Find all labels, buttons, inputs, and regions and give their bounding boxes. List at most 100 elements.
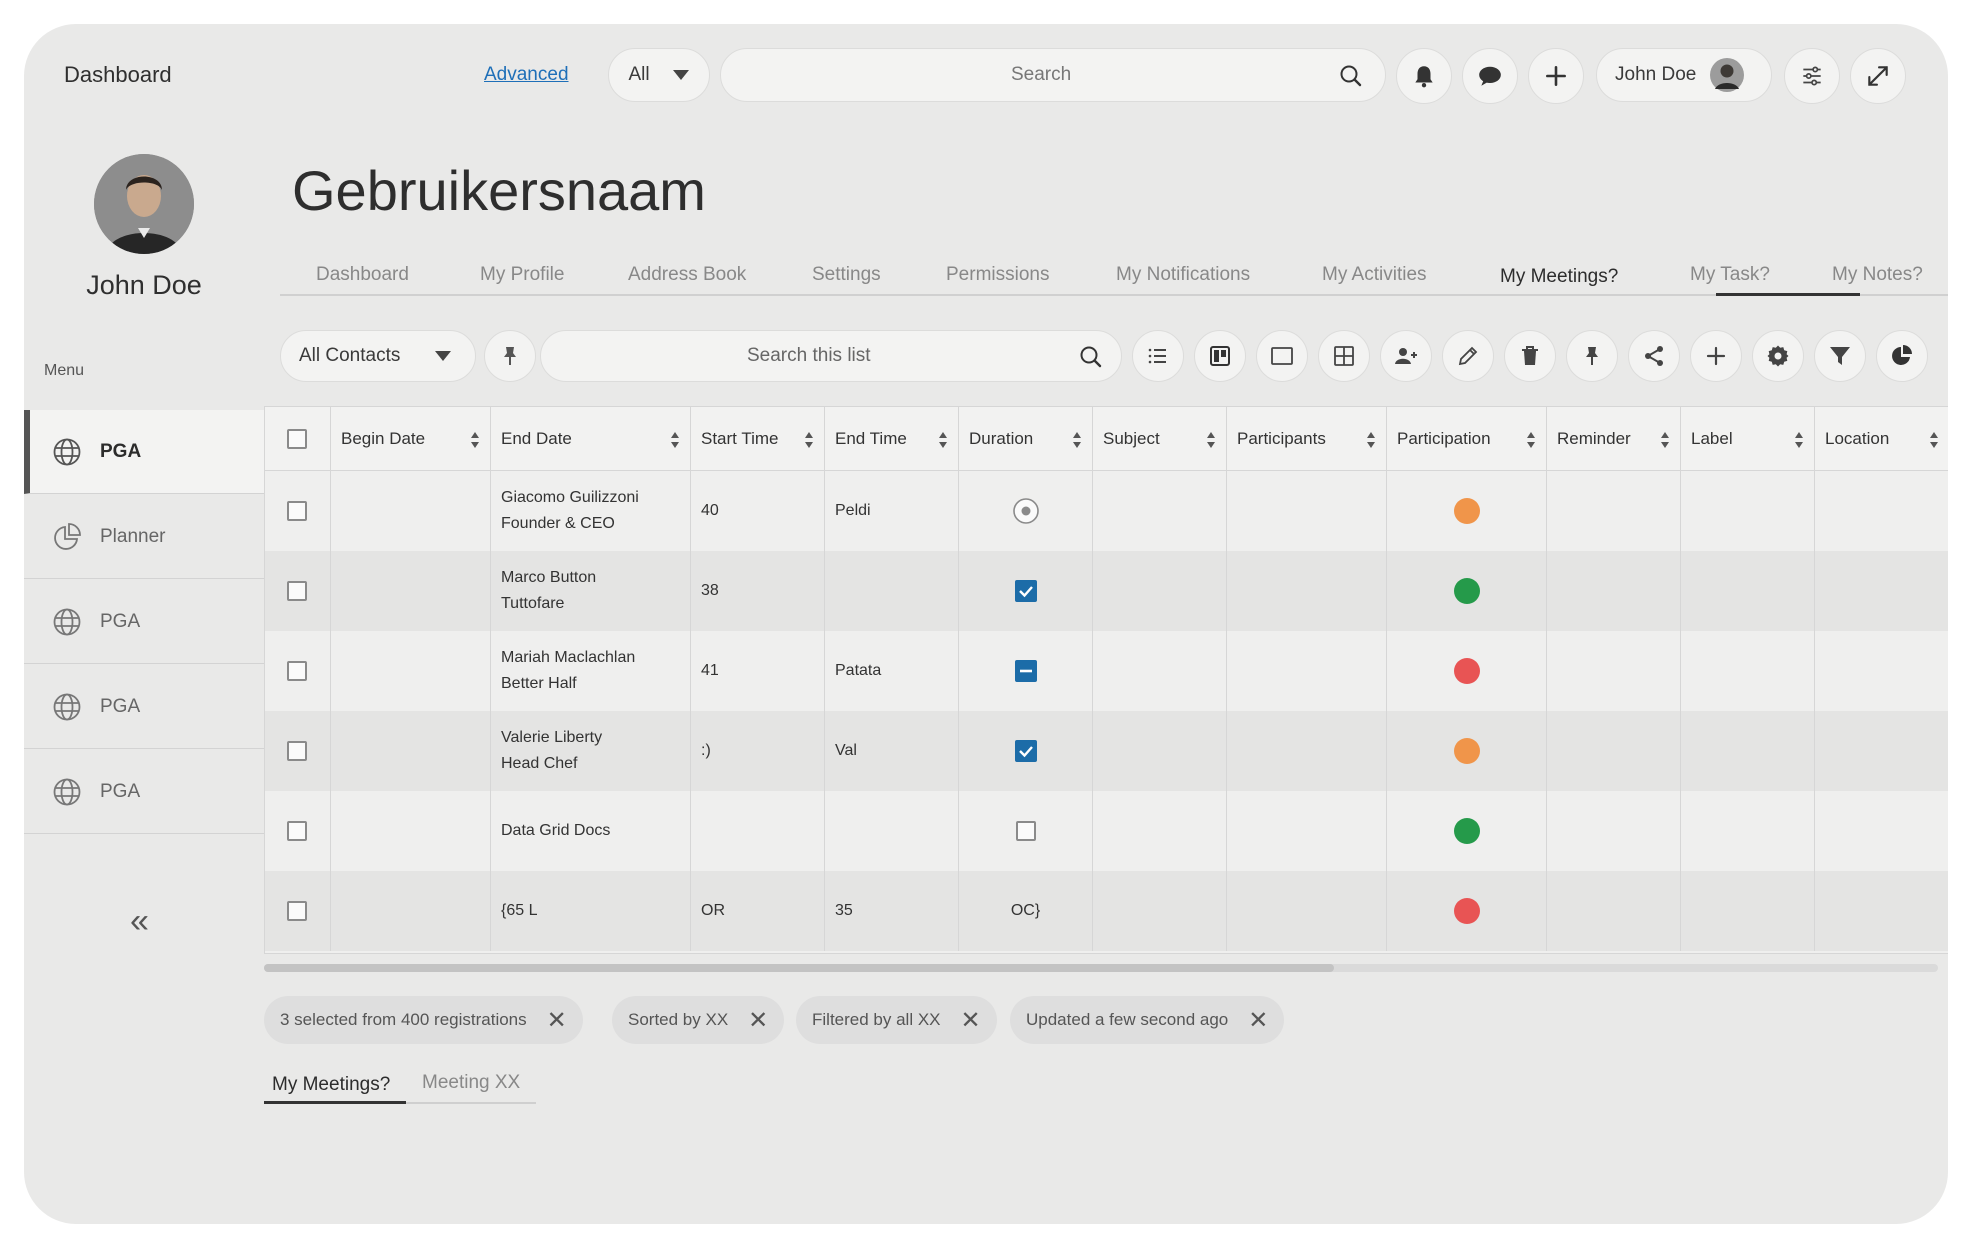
table-cell: [1093, 551, 1227, 631]
column-header[interactable]: Begin Date: [331, 407, 491, 470]
end-date-text: Giacomo Guilizzoni Founder & CEO: [491, 485, 639, 537]
table-row[interactable]: Marco Button Tuttofare 38: [265, 551, 1948, 631]
tab-meeting-xx[interactable]: Meeting XX: [422, 1072, 520, 1094]
tab-my-task[interactable]: My Task?: [1690, 264, 1770, 286]
column-header[interactable]: Participants: [1227, 407, 1387, 470]
checked-checkbox[interactable]: [1014, 580, 1037, 602]
advanced-link[interactable]: Advanced: [484, 64, 569, 86]
table-row[interactable]: Mariah Maclachlan Better Half 41 Patata: [265, 631, 1948, 711]
horizontal-scrollbar[interactable]: [264, 964, 1938, 972]
sort-icon[interactable]: [1660, 431, 1670, 449]
sort-icon[interactable]: [938, 431, 948, 449]
sidebar-item-pga-3[interactable]: PGA: [24, 665, 264, 749]
sort-icon[interactable]: [470, 431, 480, 449]
search-icon[interactable]: [1079, 345, 1103, 369]
indeterminate-checkbox[interactable]: [1014, 660, 1037, 682]
sidebar-item-pga-2[interactable]: PGA: [24, 580, 264, 664]
sort-icon[interactable]: [1072, 431, 1082, 449]
row-checkbox[interactable]: [287, 501, 307, 521]
row-checkbox[interactable]: [287, 661, 307, 681]
contacts-select[interactable]: All Contacts: [280, 330, 476, 382]
close-icon[interactable]: ✕: [1248, 1006, 1268, 1035]
row-checkbox[interactable]: [287, 901, 307, 921]
chat-button[interactable]: [1462, 48, 1518, 104]
pin-button[interactable]: [1566, 330, 1618, 382]
checked-checkbox[interactable]: [1014, 740, 1037, 762]
close-icon[interactable]: ✕: [547, 1006, 567, 1035]
sort-icon[interactable]: [804, 431, 814, 449]
share-button[interactable]: [1628, 330, 1680, 382]
chart-button[interactable]: [1876, 330, 1928, 382]
filter-select[interactable]: All: [608, 48, 710, 102]
delete-button[interactable]: [1504, 330, 1556, 382]
search-icon[interactable]: [1339, 64, 1363, 88]
single-view-button[interactable]: [1256, 330, 1308, 382]
column-header[interactable]: Subject: [1093, 407, 1227, 470]
preferences-button[interactable]: [1784, 48, 1840, 104]
list-view-button[interactable]: [1132, 330, 1184, 382]
table-cell: Data Grid Docs: [491, 791, 691, 871]
add-record-button[interactable]: [1690, 330, 1742, 382]
close-icon[interactable]: ✕: [748, 1006, 768, 1035]
tab-address-book[interactable]: Address Book: [628, 264, 746, 286]
table-row[interactable]: {65 L OR 35 OC}: [265, 871, 1948, 951]
tab-settings[interactable]: Settings: [812, 264, 881, 286]
sort-icon[interactable]: [1929, 431, 1939, 449]
column-header[interactable]: Start Time: [691, 407, 825, 470]
sidebar-item-pga-4[interactable]: PGA: [24, 750, 264, 834]
scrollbar-thumb[interactable]: [264, 964, 1334, 972]
sort-icon[interactable]: [670, 431, 680, 449]
sort-icon[interactable]: [1366, 431, 1376, 449]
column-header[interactable]: End Date: [491, 407, 691, 470]
row-checkbox[interactable]: [287, 581, 307, 601]
table-cell: [1387, 551, 1547, 631]
table-cell: [1815, 871, 1948, 951]
updated-chip: Updated a few second ago ✕: [1010, 996, 1285, 1044]
add-user-button[interactable]: [1380, 330, 1432, 382]
search-input[interactable]: Search: [720, 48, 1386, 102]
tab-my-profile[interactable]: My Profile: [480, 264, 564, 286]
fullscreen-button[interactable]: [1850, 48, 1906, 104]
tab-my-meetings-bottom[interactable]: My Meetings?: [272, 1074, 390, 1096]
tab-permissions[interactable]: Permissions: [946, 264, 1049, 286]
collapse-sidebar-button[interactable]: «: [130, 902, 149, 941]
settings-button[interactable]: [1752, 330, 1804, 382]
list-search-input[interactable]: Search this list: [540, 330, 1122, 382]
tab-my-notifications[interactable]: My Notifications: [1116, 264, 1250, 286]
pin-filter-button[interactable]: [484, 330, 536, 382]
unchecked-checkbox[interactable]: [1015, 821, 1036, 841]
sort-icon[interactable]: [1794, 431, 1804, 449]
column-header[interactable]: Participation: [1387, 407, 1547, 470]
table-cell: Peldi: [825, 471, 959, 551]
tab-my-meetings[interactable]: My Meetings?: [1500, 266, 1618, 288]
tab-dashboard[interactable]: Dashboard: [316, 264, 409, 286]
user-menu[interactable]: John Doe: [1596, 48, 1772, 102]
bell-button[interactable]: [1396, 48, 1452, 104]
close-icon[interactable]: ✕: [961, 1006, 981, 1035]
select-all-checkbox[interactable]: [287, 428, 307, 449]
add-button[interactable]: [1528, 48, 1584, 104]
edit-button[interactable]: [1442, 330, 1494, 382]
column-header[interactable]: Location: [1815, 407, 1948, 470]
column-header[interactable]: Label: [1681, 407, 1815, 470]
grid-view-button[interactable]: [1318, 330, 1370, 382]
row-checkbox[interactable]: [287, 741, 307, 761]
filter-button[interactable]: [1814, 330, 1866, 382]
sidebar-item-label: PGA: [100, 695, 141, 717]
table-row[interactable]: Giacomo Guilizzoni Founder & CEO 40 Peldi: [265, 471, 1948, 551]
sort-icon[interactable]: [1206, 431, 1216, 449]
column-header[interactable]: Duration: [959, 407, 1093, 470]
column-header[interactable]: Reminder: [1547, 407, 1681, 470]
sort-icon[interactable]: [1526, 431, 1536, 449]
sidebar-item-pga[interactable]: PGA: [24, 410, 264, 494]
column-header[interactable]: End Time: [825, 407, 959, 470]
table-row[interactable]: Data Grid Docs: [265, 791, 1948, 871]
radio-button[interactable]: [1012, 497, 1040, 525]
sidebar-item-label: Planner: [100, 525, 166, 547]
sidebar-item-planner[interactable]: Planner: [24, 495, 264, 579]
kanban-view-button[interactable]: [1194, 330, 1246, 382]
row-checkbox[interactable]: [287, 821, 307, 841]
table-row[interactable]: Valerie Liberty Head Chef:) Val: [265, 711, 1948, 791]
tab-my-activities[interactable]: My Activities: [1322, 264, 1427, 286]
tab-my-notes[interactable]: My Notes?: [1832, 264, 1923, 286]
